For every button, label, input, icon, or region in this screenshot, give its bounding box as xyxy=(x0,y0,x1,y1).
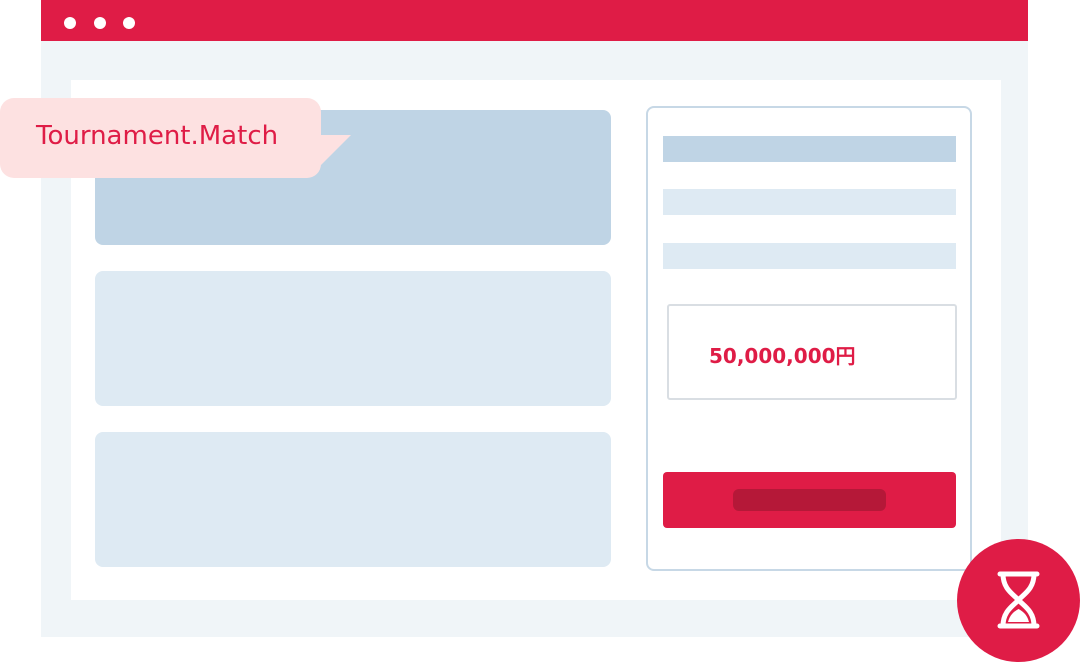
amount-field[interactable]: 50,000,000円 xyxy=(667,304,957,400)
window-titlebar xyxy=(41,0,1028,41)
detail-panel: 50,000,000円 xyxy=(646,106,972,571)
match-card[interactable] xyxy=(95,271,611,406)
panel-line-placeholder xyxy=(663,189,956,215)
window-dot-icon[interactable] xyxy=(64,17,76,29)
panel-heading-placeholder xyxy=(663,136,956,162)
tooltip-label: Tournament.Match xyxy=(36,121,279,151)
timer-button[interactable] xyxy=(957,539,1080,662)
amount-value: 50,000,000円 xyxy=(709,344,856,368)
hourglass-icon xyxy=(997,571,1040,629)
tooltip: Tournament.Match xyxy=(0,98,321,178)
submit-button[interactable] xyxy=(663,472,956,528)
browser-window: 50,000,000円 xyxy=(41,0,1028,637)
window-dot-icon[interactable] xyxy=(94,17,106,29)
panel-line-placeholder xyxy=(663,243,956,269)
submit-button-label-placeholder xyxy=(733,489,886,511)
window-dot-icon[interactable] xyxy=(123,17,135,29)
match-card[interactable] xyxy=(95,432,611,567)
